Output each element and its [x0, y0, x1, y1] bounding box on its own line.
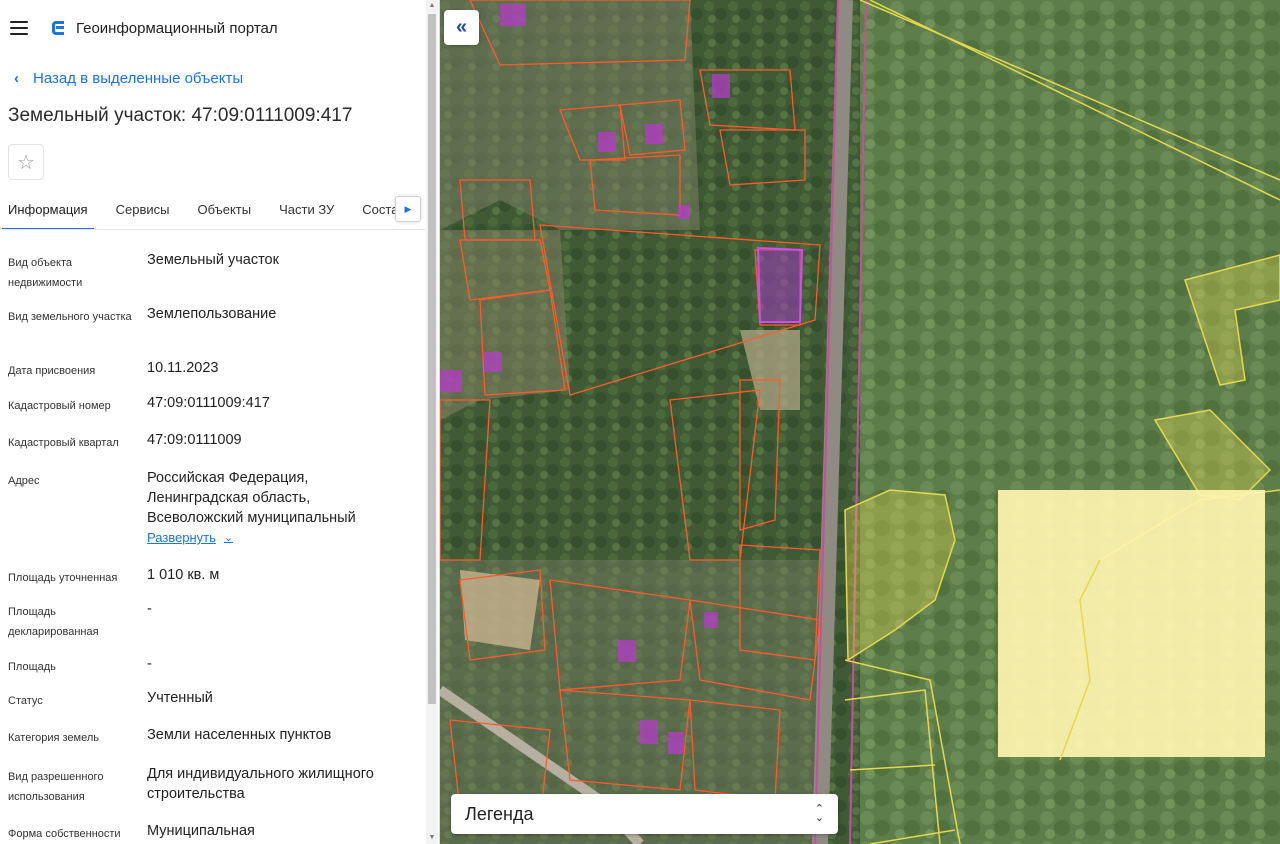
tab-objects[interactable]: Объекты [197, 190, 251, 229]
info-value: - [147, 656, 152, 672]
scroll-up-icon[interactable]: ▲ [426, 0, 438, 12]
tab-services[interactable]: Сервисы [116, 190, 170, 229]
tab-parts[interactable]: Части ЗУ [279, 190, 334, 229]
info-label: Площадь уточненная [8, 572, 118, 584]
back-to-selected-link[interactable]: ‹ Назад в выделенные объекты [0, 66, 439, 90]
info-value: Для индивидуального жилищного строительс… [147, 766, 374, 802]
info-value: Муниципальная [147, 823, 255, 839]
info-label: Дата присвоения [8, 365, 96, 377]
expand-address-link[interactable]: Развернуть ⌄ [147, 528, 233, 548]
info-panel: Геоинформационный портал ‹ Назад в выдел… [0, 0, 440, 844]
star-icon: ☆ [17, 151, 35, 174]
tabs-scroll-right-button[interactable]: ▶ [395, 196, 421, 222]
hamburger-icon[interactable] [10, 21, 28, 35]
info-label: Кадастровый квартал [8, 437, 119, 449]
info-value: 10.11.2023 [147, 360, 219, 376]
collapse-panel-button[interactable]: « [444, 10, 479, 45]
settlement-area [440, 0, 700, 230]
chevron-down-icon: ⌄ [223, 532, 234, 544]
info-value: Земли населенных пунктов [147, 727, 332, 743]
scroll-down-icon[interactable]: ▼ [426, 832, 438, 844]
info-value: Землепользование [147, 306, 277, 322]
triangle-right-icon: ▶ [404, 203, 412, 214]
info-value: 47:09:0111009 [147, 432, 242, 448]
chevron-left-icon: ‹ [14, 69, 19, 87]
info-value: Учтенный [147, 690, 213, 706]
info-label: Статус [8, 695, 43, 707]
info-label: Категория земель [8, 732, 99, 744]
info-label: Форма собственности [8, 828, 121, 840]
info-value: Земельный участок [147, 252, 279, 268]
info-label: Адрес [8, 475, 40, 487]
info-label: Вид разрешенного использования [8, 771, 104, 803]
object-title: Земельный участок: 47:09:0111009:417 [8, 105, 353, 126]
panel-scrollbar[interactable]: ▲ ▼ [426, 0, 438, 844]
info-label: Площадь [8, 661, 56, 673]
back-link-label: Назад в выделенные объекты [33, 69, 244, 87]
info-value: Российская Федерация, Ленинградская обла… [147, 468, 417, 548]
double-chevron-left-icon: « [455, 16, 468, 38]
header-bar: Геоинформационный портал [0, 0, 439, 56]
info-label: Кадастровый номер [8, 400, 111, 412]
info-label: Площадь декларированная [8, 606, 99, 638]
sand-clearing [460, 570, 540, 650]
address-text: Российская Федерация, Ленинградская обла… [147, 470, 356, 526]
portal-logo-icon [50, 20, 66, 36]
scrollbar-thumb[interactable] [428, 14, 436, 704]
legend-label: Легенда [465, 803, 534, 824]
expand-label: Развернуть [147, 530, 216, 545]
info-label: Вид объекта недвижимости [8, 257, 83, 289]
satellite-map[interactable] [440, 0, 1280, 844]
info-value: - [147, 601, 152, 617]
map-view[interactable]: « Легенда ⌃ ⌄ [440, 0, 1280, 844]
portal-title: Геоинформационный портал [76, 19, 278, 37]
tab-composition[interactable]: Соста [362, 190, 398, 229]
info-value: 1 010 кв. м [147, 567, 220, 583]
legend-button[interactable]: Легенда ⌃ ⌄ [451, 794, 838, 834]
selected-parcel[interactable] [756, 246, 804, 323]
tab-bar: Информация Сервисы Объекты Части ЗУ Сост… [0, 190, 425, 230]
tab-info[interactable]: Информация [2, 190, 94, 229]
favorite-button[interactable]: ☆ [8, 144, 44, 180]
info-label: Вид земельного участка [8, 311, 132, 323]
info-value: 47:09:0111009:417 [147, 395, 270, 411]
chevron-updown-icon: ⌃ ⌄ [814, 803, 824, 824]
app-window: Геоинформационный портал ‹ Назад в выдел… [0, 0, 1280, 844]
map-overlay-zone [998, 490, 1265, 757]
